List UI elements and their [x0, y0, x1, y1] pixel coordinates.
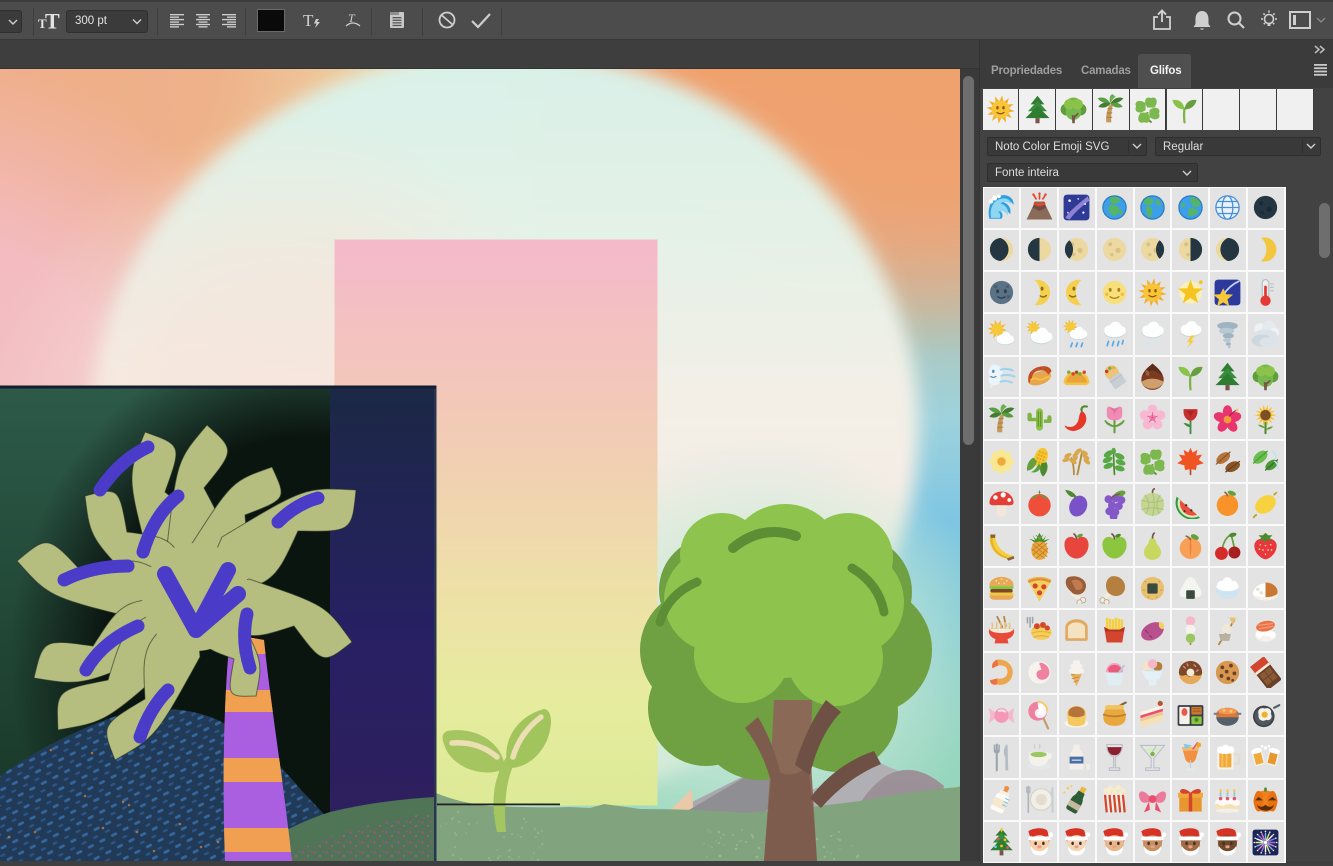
svg-text:T: T — [303, 11, 314, 29]
svg-text:T: T — [45, 9, 60, 32]
